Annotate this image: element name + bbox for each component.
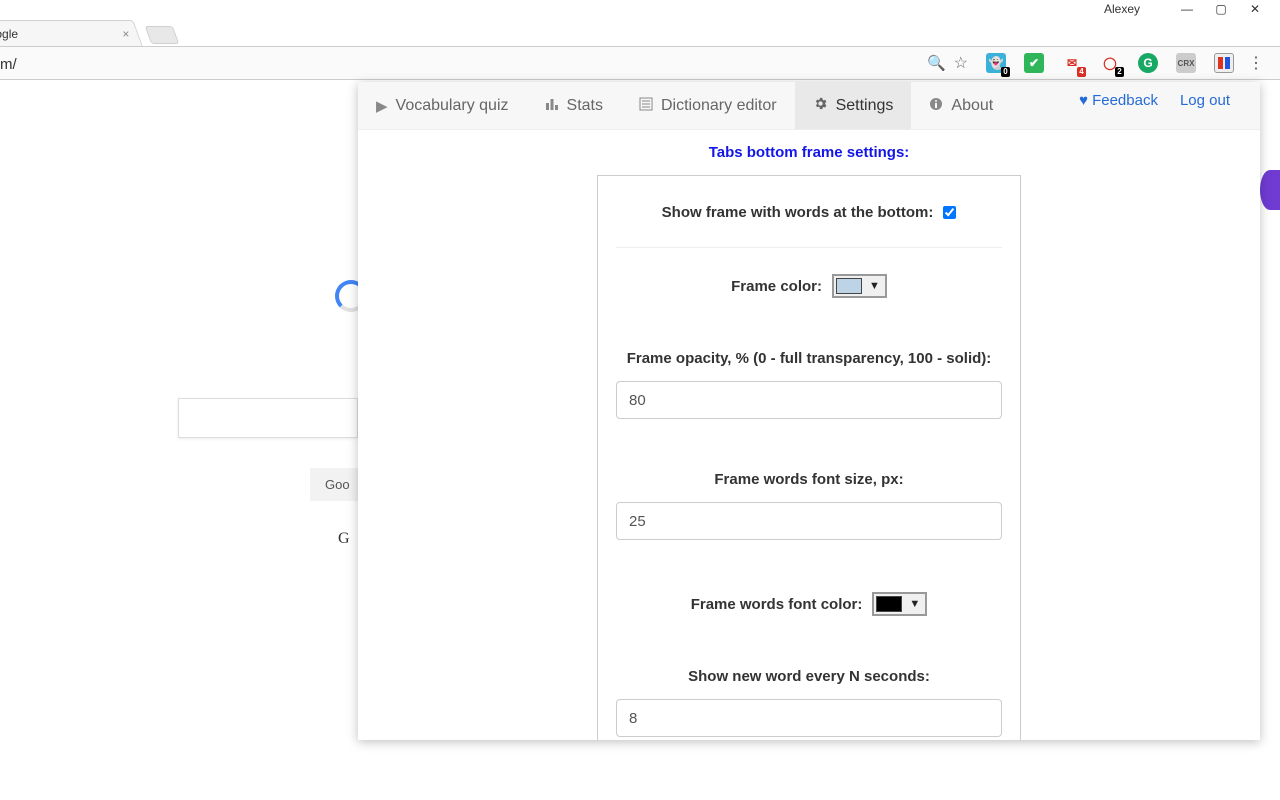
gear-icon [813,96,828,115]
font-size-input[interactable] [616,502,1002,540]
tab-label: Dictionary editor [661,97,777,115]
tab-dictionary-editor[interactable]: Dictionary editor [621,83,795,129]
setting-label: Frame words font size, px: [714,471,903,488]
close-tab-icon[interactable]: × [122,27,129,41]
new-tab-button[interactable] [145,26,180,44]
heart-icon: ♥ [1079,92,1088,109]
panel-links: ♥Feedback Log out [1079,92,1248,109]
setting-frame-color: Frame color: ▼ [616,274,1002,324]
chrome-user-label[interactable]: Alexey [1104,2,1140,16]
window-maximize-button[interactable]: ▢ [1204,0,1238,18]
section-title: Tabs bottom frame settings: [358,144,1260,161]
extension-panel: ▶ Vocabulary quiz Stats Dictionary edito… [358,82,1260,740]
bar-chart-icon [545,97,559,115]
browser-tab-title: Google [0,27,18,41]
extension-crx-icon[interactable]: CRX [1176,53,1196,73]
setting-font-size: Frame words font size, px: [616,471,1002,566]
setting-label: Frame opacity, % (0 - full transparency,… [627,350,992,367]
extension-gmail-icon[interactable]: ✉4 [1062,53,1082,73]
color-swatch [876,596,902,612]
opacity-input[interactable] [616,381,1002,419]
extension-grammarly-icon[interactable]: G [1138,53,1158,73]
tab-label: Stats [567,97,603,115]
setting-label: Show frame with words at the bottom: [662,204,934,221]
tab-label: About [951,97,993,115]
chevron-down-icon: ▼ [864,280,885,292]
browser-tab[interactable]: Google × [0,20,143,46]
tab-settings[interactable]: Settings [795,82,912,129]
logout-link[interactable]: Log out [1180,92,1230,109]
play-icon: ▶ [376,97,388,115]
extension-dictionary-icon[interactable] [1214,53,1234,73]
zoom-icon[interactable]: 🔍 [927,54,946,72]
info-icon [929,97,943,115]
setting-show-frame: Show frame with words at the bottom: [616,204,1002,248]
google-search-button[interactable]: Goo [310,468,365,501]
google-offered-text: G [338,530,350,548]
google-search-input[interactable] [178,398,358,438]
interval-input[interactable] [616,699,1002,737]
window-titlebar: Alexey — ▢ ✕ [0,0,1280,18]
extension-check-icon[interactable]: ✔ [1024,53,1044,73]
extension-opera-icon[interactable]: ◯2 [1100,53,1120,73]
browser-tabstrip: Google × [0,18,1280,46]
setting-label: Frame color: [731,278,822,295]
setting-opacity: Frame opacity, % (0 - full transparency,… [616,350,1002,445]
avatar [1260,170,1280,210]
chrome-menu-icon[interactable]: ⋮ [1234,53,1272,73]
extension-ghostery-icon[interactable]: 👻0 [986,53,1006,73]
chevron-down-icon: ▼ [904,598,925,610]
bookmark-star-icon[interactable]: ☆ [954,53,968,73]
settings-box: Show frame with words at the bottom: Fra… [597,175,1021,740]
address-bar: m/ 🔍 ☆ 👻0 ✔ ✉4 ◯2 G CRX ⋮ [0,46,1280,80]
settings-scroll-area[interactable]: Tabs bottom frame settings: Show frame w… [358,130,1260,740]
window-minimize-button[interactable]: — [1170,0,1204,18]
tab-about[interactable]: About [911,83,1011,129]
list-icon [639,97,653,115]
url-field[interactable]: m/ [0,54,927,73]
feedback-link[interactable]: ♥Feedback [1079,92,1158,109]
window-close-button[interactable]: ✕ [1238,0,1272,18]
setting-label: Show new word every N seconds: [688,668,930,685]
tab-label: Settings [836,97,894,115]
setting-font-color: Frame words font color: ▼ [616,592,1002,642]
setting-label: Frame words font color: [691,596,863,613]
tab-label: Vocabulary quiz [396,97,509,115]
color-swatch [836,278,862,294]
show-frame-checkbox[interactable] [943,206,956,219]
font-color-picker[interactable]: ▼ [872,592,927,616]
frame-color-picker[interactable]: ▼ [832,274,887,298]
tab-vocabulary-quiz[interactable]: ▶ Vocabulary quiz [358,83,527,129]
address-icons: 🔍 ☆ 👻0 ✔ ✉4 ◯2 G CRX [927,53,1234,73]
tab-stats[interactable]: Stats [527,83,621,129]
setting-interval: Show new word every N seconds: [616,668,1002,737]
panel-tabs: ▶ Vocabulary quiz Stats Dictionary edito… [358,82,1260,130]
